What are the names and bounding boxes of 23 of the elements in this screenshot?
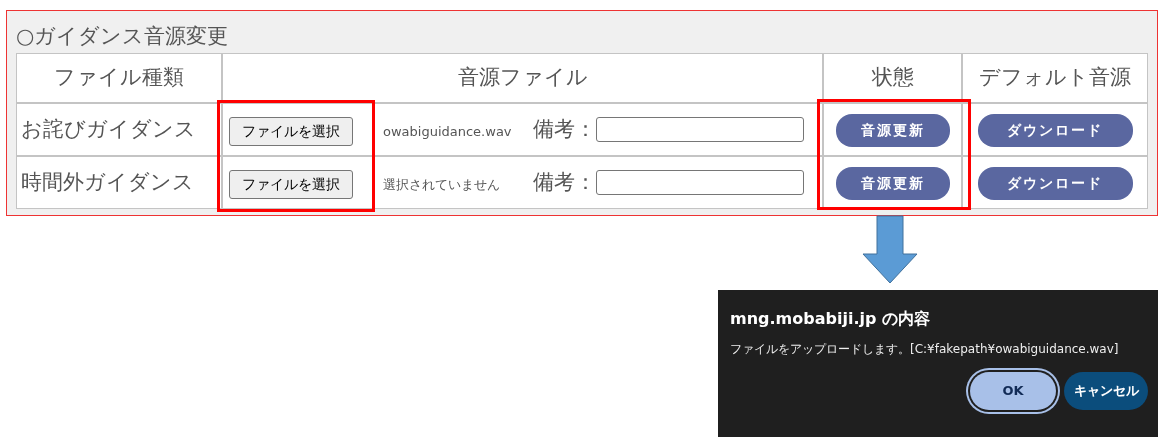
choose-file-button[interactable]: ファイルを選択 [229,116,353,146]
table-cell: 時間外ガイダンス [16,156,222,209]
note-label: 備考： [533,169,596,194]
choose-file-button[interactable]: ファイルを選択 [229,169,353,199]
note-label: 備考： [533,116,596,141]
file-name: owabiguidance.wav [383,122,513,141]
dialog-message: ファイルをアップロードします。[C:¥fakepath¥owabiguidance.wav] [730,341,1120,358]
note-field[interactable] [596,117,804,142]
down-arrow-icon [862,215,918,285]
cancel-button[interactable]: キャンセル [1064,372,1148,410]
dialog-title: mng.mobabiji.jp の内容 [730,308,931,330]
download-button[interactable]: ダウンロード [977,166,1133,200]
column-header: ファイル種類 [16,53,222,103]
section-title: ○ガイダンス音源変更 [16,23,230,50]
table-cell: お詫びガイダンス [16,103,222,156]
download-button[interactable]: ダウンロード [977,113,1133,147]
column-header: 音源ファイル [222,53,823,103]
column-header: 状態 [823,53,962,103]
column-header: デフォルト音源 [962,53,1148,103]
note-field[interactable] [596,170,804,195]
update-button[interactable]: 音源更新 [835,166,950,200]
file-name: 選択されていません [383,175,501,194]
update-button[interactable]: 音源更新 [835,113,950,147]
